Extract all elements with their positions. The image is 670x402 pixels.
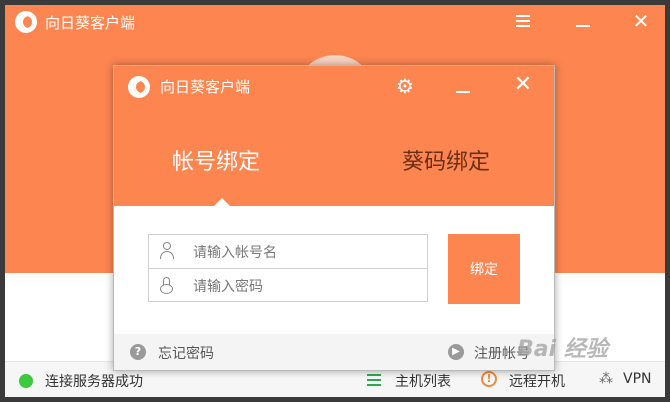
- user-icon: [159, 242, 175, 260]
- minimize-button[interactable]: [569, 9, 597, 33]
- warning-icon: !: [481, 371, 497, 387]
- logo-icon: [128, 76, 150, 98]
- dialog-header: 向日葵客户端 ⚙ ✕ 帐号绑定 葵码绑定: [114, 66, 554, 206]
- password-row: [149, 269, 427, 302]
- register-link[interactable]: 注册帐号: [474, 343, 530, 363]
- tab-account-bind[interactable]: 帐号绑定: [172, 144, 260, 176]
- dialog-minimize-button[interactable]: [452, 75, 474, 97]
- forgot-password-link[interactable]: 忘记密码: [158, 343, 214, 363]
- bind-button[interactable]: 绑定: [448, 234, 520, 304]
- help-icon: ?: [130, 344, 146, 360]
- status-ok-icon: [19, 374, 33, 388]
- main-window-title: 向日葵客户端: [45, 14, 136, 32]
- screen-frame: 向日葵客户端 ✕ 连接服务器成功 主机列表 ! 远程开机 ⁂ VPN 向日葵客户…: [0, 0, 670, 402]
- gear-icon[interactable]: ⚙: [394, 75, 416, 97]
- dialog-footer: ? 忘记密码 ▶ 注册帐号: [114, 334, 554, 370]
- lock-icon: [159, 277, 175, 295]
- host-list-link[interactable]: 主机列表: [395, 371, 451, 391]
- credentials-box: [148, 234, 428, 302]
- dialog-title: 向日葵客户端: [160, 78, 251, 96]
- account-row: [149, 235, 427, 269]
- status-text: 连接服务器成功: [45, 374, 143, 390]
- vpn-link[interactable]: VPN: [623, 371, 652, 387]
- bind-dialog: 向日葵客户端 ⚙ ✕ 帐号绑定 葵码绑定 绑定 ? 忘记密码 ▶ 注册帐号: [113, 65, 555, 371]
- password-input[interactable]: [191, 275, 415, 299]
- remote-wake-link[interactable]: 远程开机: [509, 371, 565, 391]
- account-input[interactable]: [191, 241, 415, 265]
- menu-button[interactable]: [509, 9, 537, 33]
- close-icon: ✕: [632, 9, 650, 33]
- list-icon: [367, 374, 381, 386]
- tab-code-bind[interactable]: 葵码绑定: [402, 144, 490, 176]
- minimize-icon: [576, 25, 590, 27]
- arrow-right-icon: ▶: [448, 344, 464, 360]
- logo-icon: [15, 11, 37, 33]
- menu-icon: [516, 15, 530, 27]
- close-button[interactable]: ✕: [627, 9, 655, 33]
- dialog-close-button[interactable]: ✕: [512, 72, 534, 98]
- active-tab-indicator: [214, 198, 230, 206]
- vpn-icon: ⁂: [599, 371, 613, 387]
